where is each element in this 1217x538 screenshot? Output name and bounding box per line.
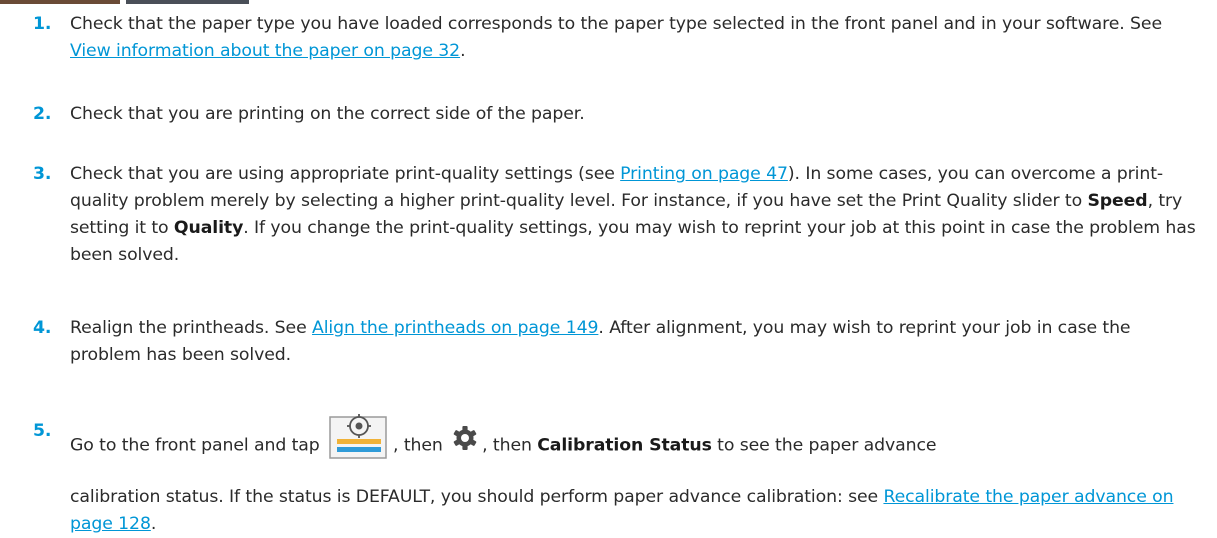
step-text-part: Go to the front panel and tap [70, 435, 326, 456]
image-fragment-left [0, 0, 120, 4]
step-text-part: , then [393, 435, 449, 456]
step-number: 1. [33, 14, 52, 34]
step-text: Go to the front panel and tap , then , t… [70, 414, 1203, 473]
step-text: Check that you are using appropriate pri… [70, 161, 1203, 269]
step-text-part: . [460, 41, 466, 61]
step-text-part: calibration status. If the status is DEF… [70, 487, 884, 507]
step-text: Realign the printheads. See Align the pr… [70, 315, 1203, 369]
gear-icon[interactable] [452, 425, 478, 460]
step-number: 4. [33, 318, 52, 338]
step-text-part: Realign the printheads. See [70, 318, 312, 338]
step-text-part: Check that the paper type you have loade… [70, 14, 1162, 34]
step-text-part: Check that you are using appropriate pri… [70, 164, 621, 184]
speed-label: Speed [1087, 191, 1148, 211]
quality-label: Quality [173, 218, 244, 238]
view-paper-info-link[interactable]: View information about the paper on page… [70, 41, 460, 61]
step-text: Check that the paper type you have loade… [70, 11, 1203, 65]
step-number: 2. [33, 104, 52, 124]
top-image-strip [0, 0, 249, 4]
step-text-part: to see the paper advance [711, 435, 937, 456]
align-printheads-link[interactable]: Align the printheads on page 149 [312, 318, 599, 338]
step-text-part: . [150, 514, 157, 534]
step-text: Check that you are printing on the corre… [70, 104, 585, 124]
calibration-status-label: Calibration Status [537, 435, 712, 456]
image-fragment-right [126, 0, 249, 4]
printing-link[interactable]: Printing on page 47 [620, 164, 788, 184]
step-number: 5. [33, 421, 52, 441]
paper-panel-icon[interactable] [329, 414, 389, 469]
step-text-part: , then [482, 435, 538, 456]
step-number: 3. [33, 164, 52, 184]
